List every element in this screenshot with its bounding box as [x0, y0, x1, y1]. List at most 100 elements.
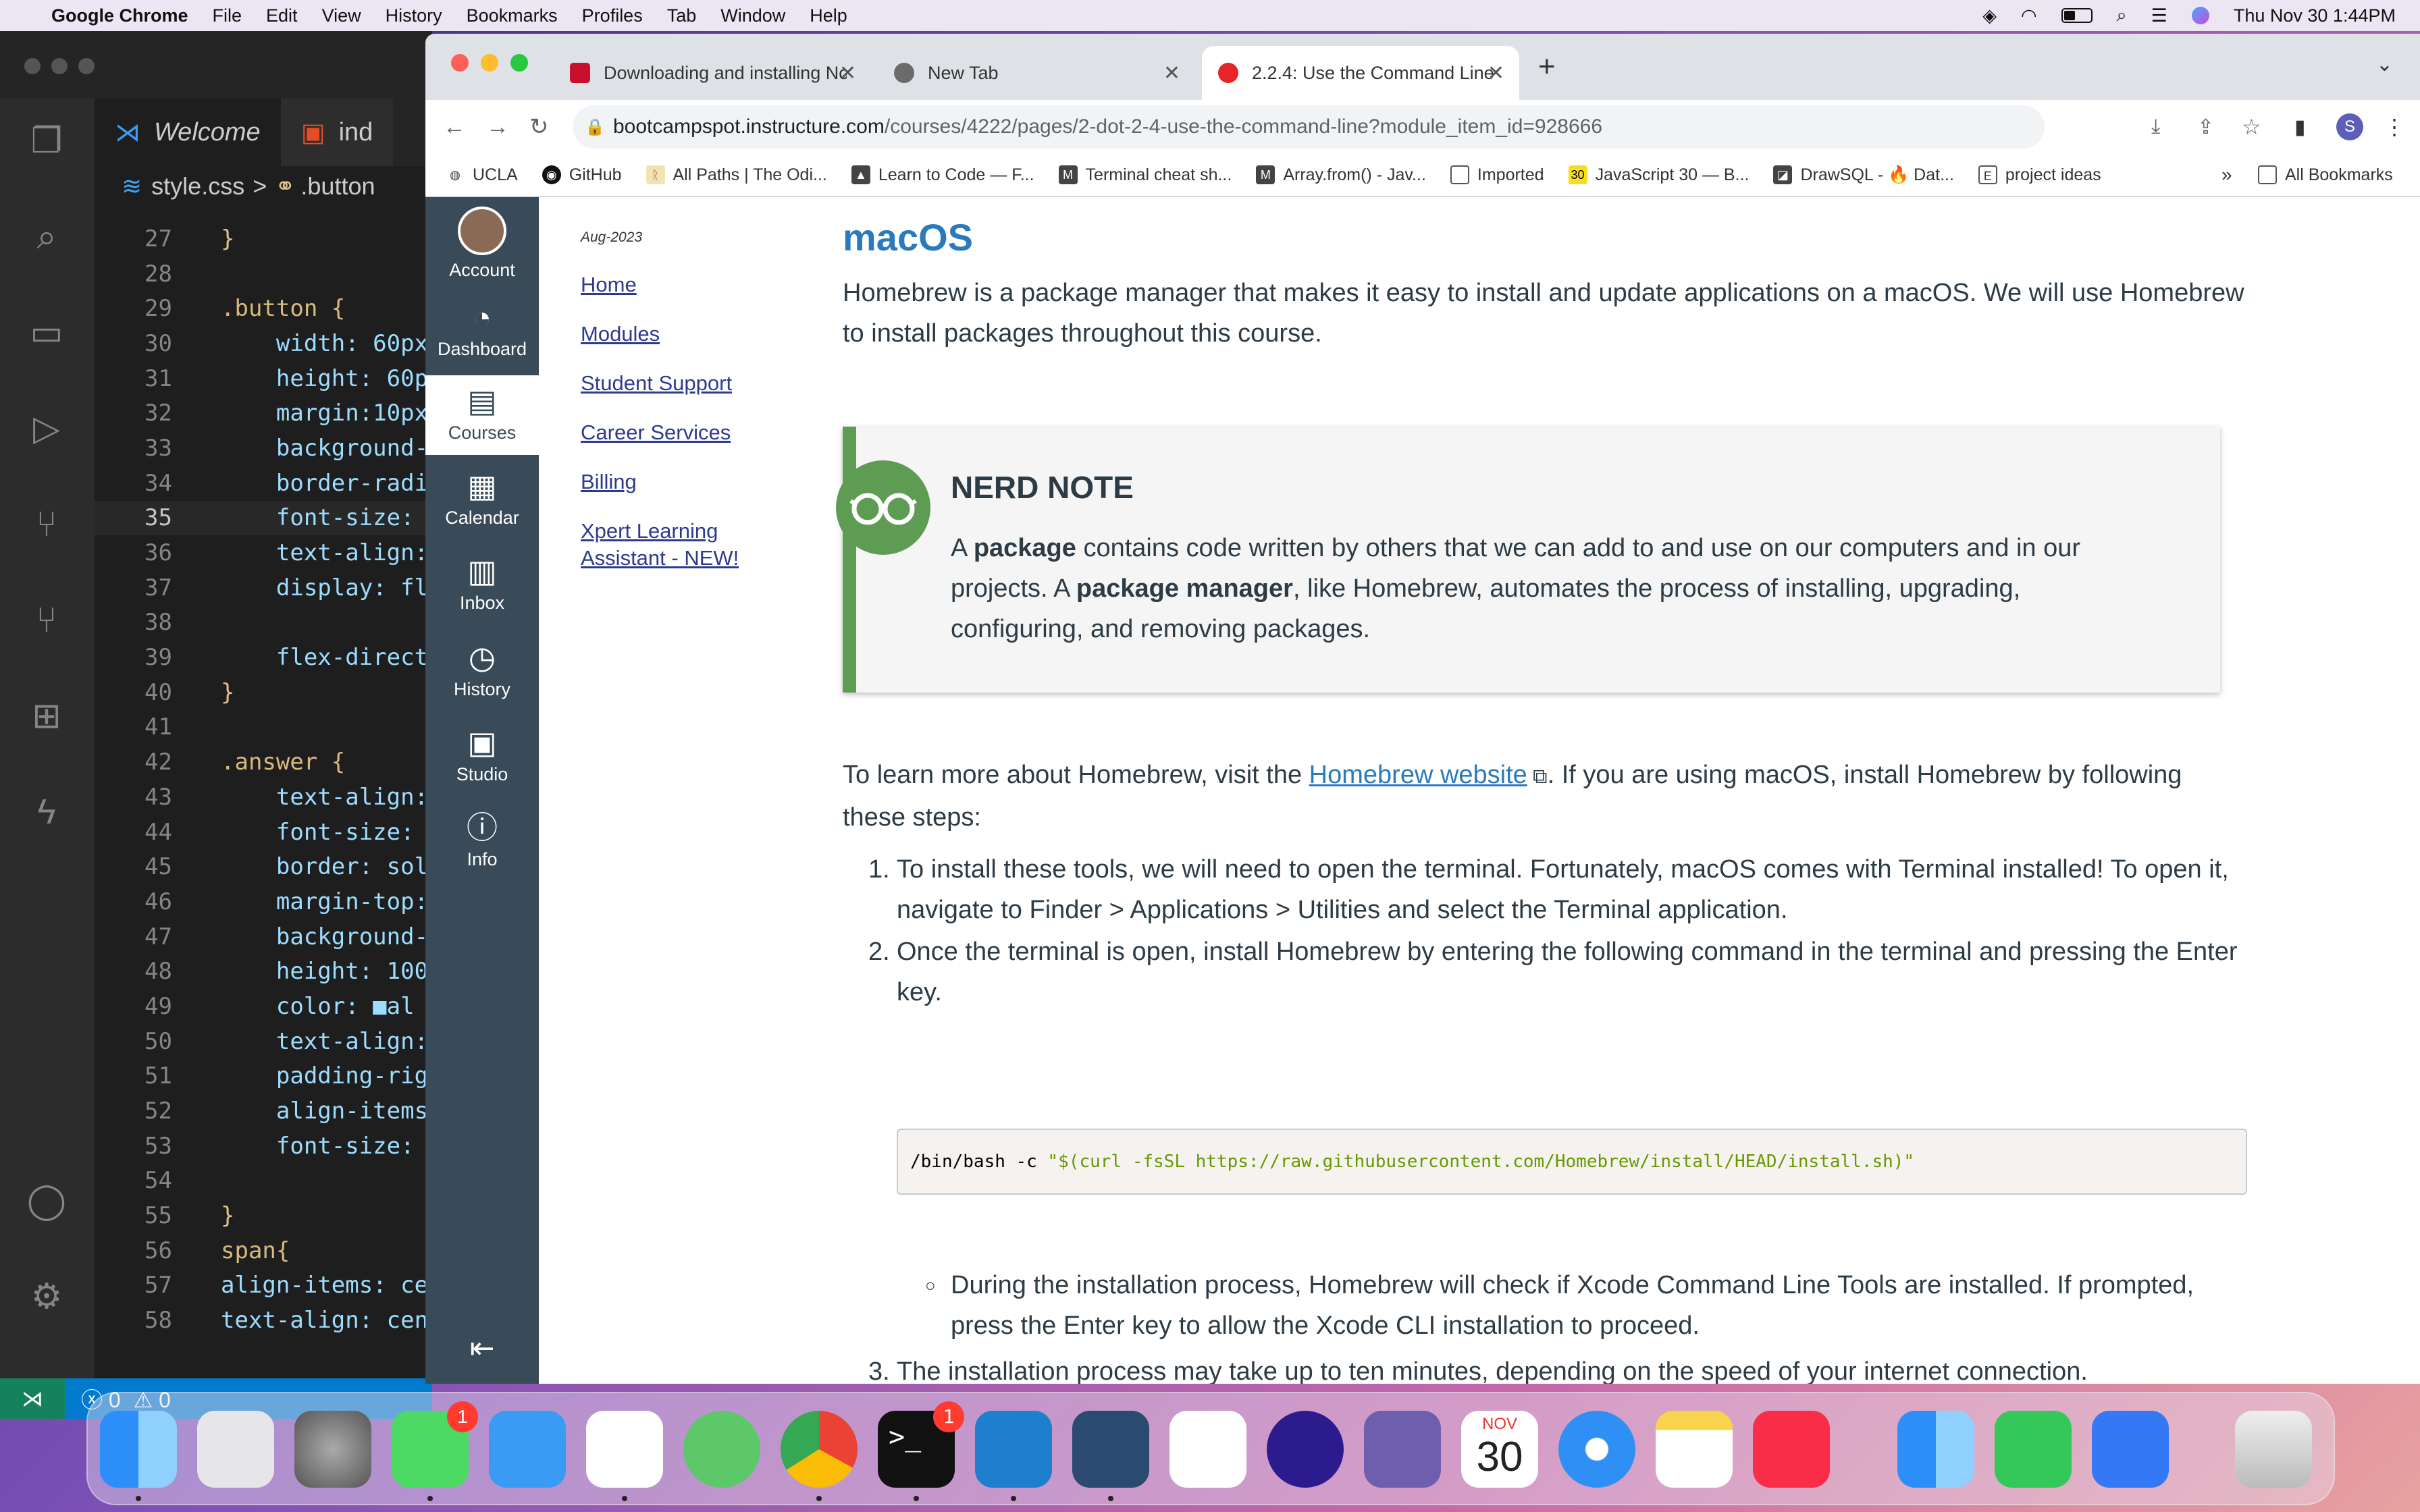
code-line[interactable]: 30 width: 60px — [95, 326, 432, 361]
code-line[interactable]: 29 .button { — [95, 291, 432, 326]
source-control-icon[interactable]: ⑂ — [24, 502, 69, 547]
code-line[interactable]: 48 height: 100 — [95, 954, 432, 989]
menu-profiles[interactable]: Profiles — [582, 5, 643, 26]
code-line[interactable]: 38 — [95, 605, 432, 641]
lock-icon[interactable]: 🔒 — [585, 117, 605, 137]
mongodb-compass-icon[interactable] — [1169, 1411, 1246, 1488]
code-line[interactable]: 28 — [95, 256, 432, 292]
trash-icon[interactable] — [2235, 1411, 2312, 1488]
address-bar[interactable]: 🔒 bootcampspot.instructure.com/courses/4… — [573, 105, 2045, 148]
tab-command-line[interactable]: 2.2.4: Use the Command Line ✕ — [1202, 46, 1519, 100]
code-line[interactable]: 55} — [95, 1198, 432, 1233]
code-line[interactable]: 56 span{ — [95, 1233, 432, 1268]
share-icon[interactable]: ⇪ — [2197, 115, 2214, 139]
code-line[interactable]: 31 height: 60p — [95, 361, 432, 396]
remote-explorer-icon[interactable]: ▭ — [24, 310, 69, 355]
bookmark-odin[interactable]: ᚱ All Paths | The Odi... — [646, 165, 827, 185]
bookmark-freecodecamp[interactable]: ▲ Learn to Code — F... — [851, 165, 1034, 185]
nav-dashboard[interactable]: ◔ Dashboard — [425, 292, 539, 371]
menu-bookmarks[interactable]: Bookmarks — [467, 5, 558, 26]
code-line[interactable]: 44 font-size: — [95, 815, 432, 850]
menu-window[interactable]: Window — [720, 5, 785, 26]
extensions-icon[interactable]: ⊞ — [24, 694, 69, 738]
code-editor[interactable]: 27} 28 29 .button {30 width: 60px 31 height:… — [95, 221, 432, 1338]
finder-folder-icon[interactable] — [1897, 1411, 1974, 1488]
bookmark-imported[interactable]: Imported — [1450, 165, 1544, 185]
battery-icon[interactable] — [2061, 8, 2093, 23]
code-line[interactable]: 36 text-align: — [95, 535, 432, 570]
close-tab-icon[interactable]: ✕ — [839, 61, 856, 85]
notes-icon[interactable] — [1656, 1411, 1733, 1488]
launchpad-icon[interactable] — [197, 1411, 274, 1488]
course-nav-student-support[interactable]: Student Support — [581, 370, 777, 397]
slack-icon[interactable] — [586, 1411, 663, 1501]
code-line[interactable]: 35 font-size: — [95, 500, 432, 536]
homebrew-website-link[interactable]: Homebrew website — [1309, 761, 1527, 789]
facetime-icon[interactable] — [1995, 1411, 2072, 1488]
back-arrow-icon[interactable]: ← — [443, 114, 466, 140]
settings-gear-icon[interactable]: ⚙ — [24, 1274, 69, 1319]
menu-file[interactable]: File — [213, 5, 242, 26]
code-line[interactable]: 32 margin:10px — [95, 396, 432, 431]
messages-icon[interactable]: 1 — [392, 1401, 478, 1501]
install-command-codeblock[interactable]: /bin/bash -c "$(curl -fsSL https://raw.g… — [897, 1129, 2247, 1195]
breadcrumb-symbol[interactable]: .button — [300, 172, 375, 200]
siri-icon[interactable] — [2191, 7, 2209, 24]
weather-icon[interactable] — [2092, 1411, 2169, 1488]
run-debug-icon[interactable]: ▷ — [24, 406, 69, 451]
terminal-icon[interactable]: >_ 1 — [878, 1401, 964, 1501]
code-line[interactable]: 34 border-radi — [95, 466, 432, 501]
install-download-icon[interactable]: ⤓ — [2151, 115, 2160, 138]
nav-info[interactable]: ⓘ Info — [425, 802, 539, 882]
close-tab-icon[interactable]: ✕ — [1163, 61, 1180, 85]
remote-indicator-icon[interactable]: ⋊ — [0, 1378, 65, 1419]
bookmark-github[interactable]: ◉ GitHub — [542, 165, 622, 185]
tab-welcome[interactable]: ⋊ Welcome — [95, 99, 281, 166]
tableplus-icon[interactable] — [1364, 1411, 1441, 1488]
code-line[interactable]: 47 background- — [95, 919, 432, 954]
chrome-icon[interactable] — [781, 1411, 858, 1501]
mail-icon[interactable] — [489, 1411, 566, 1488]
code-line[interactable]: 53 font-size: — [95, 1129, 432, 1164]
insomnia-icon[interactable] — [1267, 1411, 1344, 1488]
course-nav-home[interactable]: Home — [581, 271, 777, 298]
bookmark-project-ideas[interactable]: Eproject ideas — [1978, 165, 2101, 185]
code-line[interactable]: 45 border: sol — [95, 849, 432, 884]
code-line[interactable]: 57 align-items: ce — [95, 1268, 432, 1303]
bookmark-terminal-cheat[interactable]: M Terminal cheat sh... — [1058, 165, 1232, 185]
nav-courses[interactable]: ▤ Courses — [425, 375, 539, 455]
bookmark-star-icon[interactable]: ☆ — [2242, 114, 2261, 140]
dropbox-icon[interactable]: ◈ — [1982, 5, 1997, 26]
code-line[interactable]: 39 flex-direct — [95, 640, 432, 675]
tab-downloading[interactable]: Downloading and installing No ✕ — [554, 46, 871, 100]
tab-index-html[interactable]: ▣ ind — [280, 99, 394, 166]
vscode-traffic-lights[interactable] — [24, 58, 105, 78]
code-line[interactable]: 37 display: fl — [95, 570, 432, 605]
find-my-icon[interactable] — [683, 1411, 760, 1488]
more-menu-icon[interactable]: ⋮ — [2384, 114, 2405, 140]
course-nav-billing[interactable]: Billing — [581, 468, 777, 495]
nav-studio[interactable]: ▣ Studio — [425, 717, 539, 796]
thunder-client-icon[interactable]: ϟ — [24, 790, 69, 834]
code-line[interactable]: 49 color: ■al — [95, 989, 432, 1024]
nav-history[interactable]: ◷ History — [425, 632, 539, 711]
menu-tab[interactable]: Tab — [667, 5, 697, 26]
bookmark-array-from[interactable]: M Array.from() - Jav... — [1256, 165, 1426, 185]
system-settings-gear-icon[interactable] — [294, 1411, 371, 1488]
nav-calendar[interactable]: ▦ Calendar — [425, 460, 539, 540]
code-line[interactable]: 33 background- — [95, 431, 432, 466]
finder-icon[interactable] — [100, 1411, 177, 1501]
new-tab-plus-icon[interactable]: + — [1538, 50, 1556, 84]
menu-history[interactable]: History — [386, 5, 442, 26]
bookmark-javascript30[interactable]: 30 JavaScript 30 — B... — [1568, 165, 1749, 185]
minimize-window-button[interactable] — [481, 54, 498, 72]
code-line[interactable]: 51 padding-rig — [95, 1059, 432, 1094]
side-panel-icon[interactable]: ▮ — [2294, 115, 2306, 139]
code-line[interactable]: 43 text-align: — [95, 780, 432, 815]
course-nav-modules[interactable]: Modules — [581, 321, 777, 348]
menubar-clock[interactable]: Thu Nov 30 1:44PM — [2234, 5, 2396, 26]
safari-icon[interactable] — [1558, 1411, 1635, 1488]
code-line[interactable]: 50 text-align: — [95, 1024, 432, 1059]
vscode-icon[interactable] — [975, 1411, 1052, 1501]
nav-account[interactable]: Account — [425, 207, 539, 286]
